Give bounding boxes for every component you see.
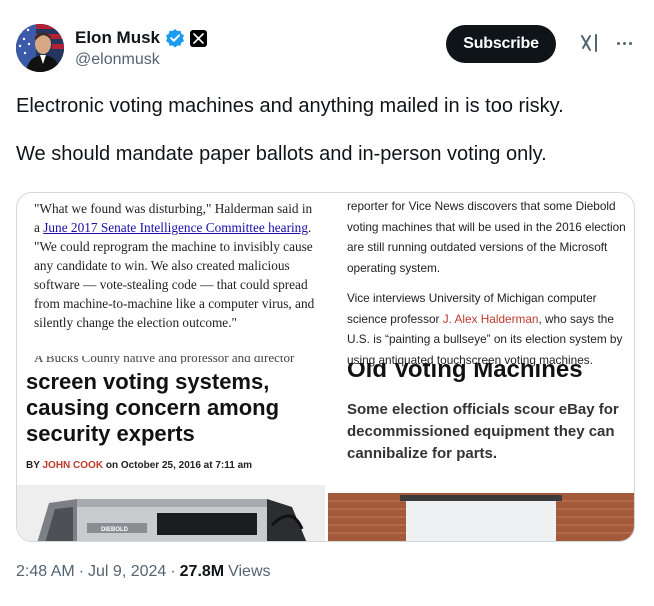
views-count: 27.8M [179, 563, 225, 580]
article-byline: BY JOHN COOK on October 25, 2016 at 7:11… [26, 460, 253, 471]
more-options-icon[interactable] [613, 32, 635, 54]
person-link: J. Alex Halderman [442, 311, 539, 326]
article-headline: screen voting systems, causing concern a… [26, 369, 280, 446]
meta-separator: · [78, 563, 85, 580]
voting-machine-photo: DIEBOLD [17, 485, 325, 541]
verified-badge-icon[interactable] [165, 28, 185, 48]
name-row: Elon Musk [75, 27, 208, 49]
article-text-right: reporter for Vice News discovers that so… [347, 196, 632, 370]
tweet-meta: 2:48 AM · Jul 9, 2024 · 27.8M Views [16, 563, 271, 581]
tweet-time[interactable]: 2:48 AM [16, 563, 75, 581]
right-big-heading: Old Voting Machines [347, 363, 583, 383]
screen-photo [328, 493, 634, 541]
tweet-line-2: We should mandate paper ballots and in-p… [16, 143, 547, 165]
tweet-text: Electronic voting machines and anything … [16, 94, 636, 166]
grok-icon[interactable] [579, 32, 601, 54]
tweet-media[interactable]: "What we found was disturbing," Halderma… [16, 192, 635, 542]
meta-separator: · [170, 563, 176, 580]
right-subheading: Some election officials scour eBay for d… [347, 401, 619, 462]
article-quote: "What we found was disturbing," Halderma… [34, 201, 315, 330]
views-label: Views [228, 563, 271, 580]
media-image-left[interactable]: "What we found was disturbing," Halderma… [17, 193, 325, 541]
avatar[interactable] [16, 24, 64, 72]
hearing-link: June 2017 Senate Intelligence Committee … [43, 220, 308, 235]
tweet-header: Elon Musk @elonmusk Subscribe [16, 22, 638, 76]
subscribe-button[interactable]: Subscribe [446, 25, 556, 63]
tweet-line-1: Electronic voting machines and anything … [16, 95, 564, 117]
tweet-date[interactable]: Jul 9, 2024 [88, 563, 166, 581]
article-paragraph-1: reporter for Vice News discovers that so… [347, 199, 626, 275]
headline-block: screen voting systems, causing concern a… [17, 365, 325, 485]
x-logo-icon[interactable] [190, 29, 208, 47]
display-name[interactable]: Elon Musk [75, 28, 160, 48]
byline-author: JOHN COOK [42, 460, 104, 471]
svg-text:DIEBOLD: DIEBOLD [101, 527, 129, 533]
article-paragraph-2: Vice interviews University of Michigan c… [347, 291, 623, 367]
media-image-right[interactable]: reporter for Vice News discovers that so… [328, 193, 634, 541]
article-cut-line: A Bucks County native and professor and … [34, 356, 295, 364]
handle[interactable]: @elonmusk [75, 51, 160, 69]
